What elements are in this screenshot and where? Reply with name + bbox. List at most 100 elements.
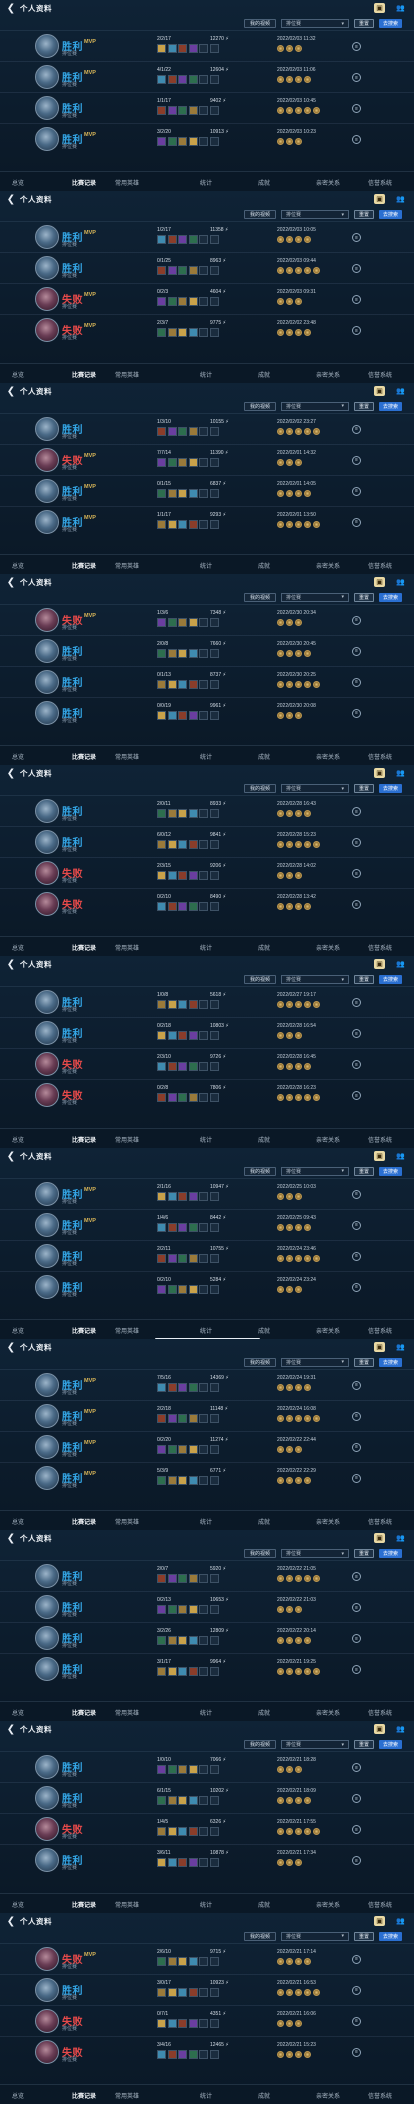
match-row[interactable]: 失败 MVP 排位赛 7/7/14 11390 ⚡ 2022/02/01 14:32 ≡: [0, 443, 414, 474]
reset-button[interactable]: 重置: [353, 401, 374, 411]
match-row[interactable]: 失败 排位赛 1/4/5 6326 ⚡ 2022/02/21 17:55 ≡: [0, 1813, 414, 1843]
mode-select[interactable]: 排位赛 ▾: [280, 1549, 349, 1559]
match-detail-icon[interactable]: ≡: [352, 615, 361, 625]
back-arrow-icon[interactable]: ❮: [6, 768, 16, 779]
match-detail-icon[interactable]: ≡: [352, 1665, 361, 1675]
match-detail-icon[interactable]: ≡: [352, 1411, 361, 1421]
tab-item[interactable]: 信誉系统: [368, 1326, 392, 1335]
tab-item[interactable]: 亲密关系: [316, 1708, 340, 1717]
mode-select[interactable]: 排位赛 ▾: [280, 1931, 349, 1941]
match-detail-icon[interactable]: ≡: [352, 104, 361, 113]
friends-icon[interactable]: 👥: [395, 959, 406, 969]
reset-button[interactable]: 重置: [353, 592, 374, 602]
tab-item[interactable]: 总览: [12, 1517, 24, 1526]
match-row[interactable]: 失败 排位赛 3/4/16 12465 ⚡ 2022/02/21 15:23 ≡: [0, 2035, 414, 2066]
tab-item[interactable]: 信誉系统: [368, 1135, 392, 1144]
my-video-button[interactable]: 我的视频: [243, 210, 276, 220]
match-detail-icon[interactable]: ≡: [352, 1189, 361, 1199]
back-arrow-icon[interactable]: ❮: [6, 1151, 16, 1162]
tab-item[interactable]: 统计: [200, 1708, 212, 1717]
tab-item[interactable]: 统计: [200, 1900, 212, 1909]
reset-button[interactable]: 重置: [353, 1931, 374, 1941]
mode-select[interactable]: 排位赛 ▾: [280, 1740, 349, 1750]
tab-item[interactable]: 信誉系统: [368, 561, 392, 570]
tab-item[interactable]: 信誉系统: [368, 370, 392, 379]
tab-item[interactable]: 成就: [258, 943, 270, 952]
search-button[interactable]: 去搜索: [378, 210, 402, 220]
match-detail-icon[interactable]: ≡: [352, 838, 361, 848]
match-detail-icon[interactable]: ≡: [352, 1060, 361, 1070]
match-detail-icon[interactable]: ≡: [352, 424, 361, 434]
search-button[interactable]: 去搜索: [378, 784, 402, 794]
friends-icon[interactable]: 👥: [395, 1151, 406, 1161]
tab-item[interactable]: 总览: [12, 752, 24, 761]
match-detail-icon[interactable]: ≡: [352, 1572, 361, 1582]
tab-item[interactable]: 常用英雄: [115, 1135, 139, 1144]
match-row[interactable]: 胜利 MVP 排位赛 7/5/16 14369 ⚡ 2022/02/24 19:31 ≡: [0, 1368, 414, 1399]
tab-item[interactable]: 统计: [200, 1517, 212, 1526]
tab-item[interactable]: 亲密关系: [316, 943, 340, 952]
friends-icon[interactable]: 👥: [395, 1342, 406, 1352]
mode-select[interactable]: 排位赛 ▾: [280, 975, 349, 985]
match-detail-icon[interactable]: ≡: [352, 486, 361, 496]
match-detail-icon[interactable]: ≡: [352, 807, 361, 817]
match-detail-icon[interactable]: ≡: [352, 708, 361, 718]
chest-icon[interactable]: ▣: [374, 194, 385, 205]
match-row[interactable]: 失败 排位赛 0/2/10 8490 ⚡ 2022/02/28 13:42 ≡: [0, 888, 414, 918]
match-detail-icon[interactable]: ≡: [352, 455, 361, 465]
match-row[interactable]: 胜利 排位赛 0/2/18 10803 ⚡ 2022/02/28 16:54 ≡: [0, 1017, 414, 1047]
match-detail-icon[interactable]: ≡: [352, 1954, 361, 1964]
my-video-button[interactable]: 我的视频: [243, 592, 276, 602]
search-button[interactable]: 去搜索: [378, 592, 402, 602]
reset-button[interactable]: 重置: [353, 1549, 374, 1559]
tab-item[interactable]: 比赛记录: [72, 1135, 96, 1144]
reset-button[interactable]: 重置: [353, 784, 374, 794]
match-detail-icon[interactable]: ≡: [352, 1603, 361, 1613]
match-detail-icon[interactable]: ≡: [352, 73, 361, 82]
tab-item[interactable]: 比赛记录: [72, 752, 96, 761]
tab-item[interactable]: 比赛记录: [72, 1326, 96, 1335]
tab-item[interactable]: 信誉系统: [368, 1517, 392, 1526]
back-arrow-icon[interactable]: ❮: [6, 1533, 16, 1544]
match-row[interactable]: 胜利 排位赛 3/2/26 12809 ⚡ 2022/02/22 20:14 ≡: [0, 1622, 414, 1652]
tab-item[interactable]: 比赛记录: [72, 561, 96, 570]
friends-icon[interactable]: 👥: [395, 768, 406, 778]
match-row[interactable]: 失败 MVP 排位赛 2/3/7 9775 ⚡ 2022/02/02 23:48 ≡: [0, 314, 414, 344]
friends-icon[interactable]: 👥: [395, 386, 406, 396]
tab-item[interactable]: 比赛记录: [72, 943, 96, 952]
match-row[interactable]: 失败 MVP 排位赛 1/3/6 7348 ⚡ 2022/02/30 20:34 ≡: [0, 603, 414, 634]
mode-select[interactable]: 排位赛 ▾: [280, 210, 349, 220]
tab-item[interactable]: 常用英雄: [115, 1517, 139, 1526]
search-button[interactable]: 去搜索: [378, 401, 402, 411]
match-row[interactable]: 胜利 排位赛 3/1/17 9964 ⚡ 2022/02/21 19:25 ≡: [0, 1653, 414, 1683]
search-button[interactable]: 去搜索: [378, 1357, 402, 1367]
match-row[interactable]: 胜利 MVP 排位赛 4/1/22 12604 ⚡ 2022/02/03 11:06 ≡: [0, 61, 414, 91]
tab-item[interactable]: 比赛记录: [72, 1708, 96, 1717]
match-detail-icon[interactable]: ≡: [352, 1825, 361, 1835]
tab-item[interactable]: 总览: [12, 1900, 24, 1909]
match-detail-icon[interactable]: ≡: [352, 1856, 361, 1866]
tab-item[interactable]: 亲密关系: [316, 561, 340, 570]
tab-item[interactable]: 成就: [258, 2091, 270, 2100]
back-arrow-icon[interactable]: ❮: [6, 1724, 16, 1735]
tab-item[interactable]: 亲密关系: [316, 1135, 340, 1144]
match-detail-icon[interactable]: ≡: [352, 1763, 361, 1773]
match-detail-icon[interactable]: ≡: [352, 1634, 361, 1644]
match-row[interactable]: 胜利 MVP 排位赛 0/2/20 11274 ⚡ 2022/02/22 22:44 ≡: [0, 1430, 414, 1461]
match-row[interactable]: 胜利 排位赛 1/1/17 9402 ⚡ 2022/02/03 10:45 ≡: [0, 92, 414, 122]
match-row[interactable]: 失败 排位赛 0/7/1 4351 ⚡ 2022/02/21 16:06 ≡: [0, 2004, 414, 2035]
reset-button[interactable]: 重置: [353, 19, 374, 28]
tab-item[interactable]: 统计: [200, 178, 212, 187]
tab-item[interactable]: 成就: [258, 1326, 270, 1335]
match-detail-icon[interactable]: ≡: [352, 646, 361, 656]
tab-item[interactable]: 总览: [12, 1326, 24, 1335]
match-detail-icon[interactable]: ≡: [352, 42, 361, 51]
match-row[interactable]: 胜利 排位赛 1/3/10 10155 ⚡ 2022/02/02 23:27 ≡: [0, 412, 414, 443]
tab-item[interactable]: 统计: [200, 561, 212, 570]
my-video-button[interactable]: 我的视频: [243, 1740, 276, 1750]
mode-select[interactable]: 排位赛 ▾: [280, 784, 349, 794]
my-video-button[interactable]: 我的视频: [243, 1931, 276, 1941]
my-video-button[interactable]: 我的视频: [243, 19, 276, 28]
tab-item[interactable]: 常用英雄: [115, 561, 139, 570]
tab-item[interactable]: 总览: [12, 1708, 24, 1717]
